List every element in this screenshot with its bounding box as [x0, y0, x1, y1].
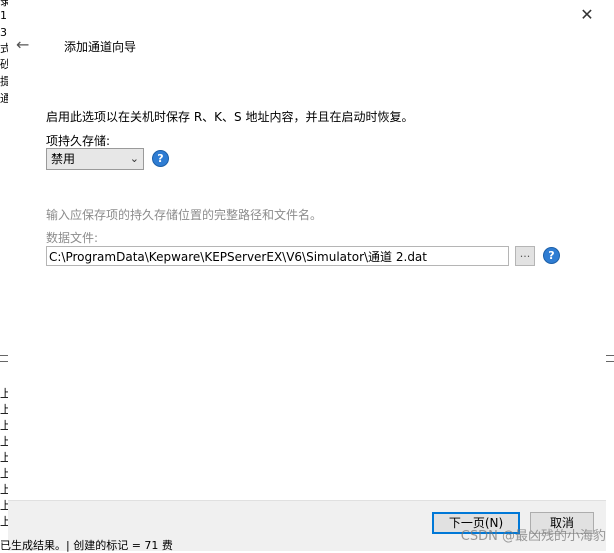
file-path-hint: 输入应保存项的持久存储位置的完整路径和文件名。: [46, 208, 323, 222]
close-icon[interactable]: ✕: [578, 6, 596, 24]
add-channel-wizard-dialog: ✕ ← 添加通道向导 启用此选项以在关机时保存 R、K、S 地址内容，并且在启动…: [8, 0, 606, 551]
browse-button[interactable]: ...: [515, 246, 535, 266]
splitter-handle-left: [0, 355, 8, 362]
back-arrow-icon[interactable]: ←: [16, 36, 36, 54]
background-char: 1: [0, 9, 7, 22]
data-file-label: 数据文件:: [46, 231, 99, 245]
chevron-down-icon: ⌄: [129, 152, 139, 165]
data-file-input[interactable]: [46, 246, 509, 266]
persist-storage-value: 禁用: [51, 152, 76, 166]
watermark: CSDN @最凶残的小海豹: [460, 529, 606, 544]
help-icon[interactable]: ?: [152, 150, 169, 167]
background-status-text: 已生成结果。| 创建的标记 = 71 费: [0, 539, 173, 552]
splitter-handle-right: [606, 355, 614, 362]
description-text: 启用此选项以在关机时保存 R、K、S 地址内容，并且在启动时恢复。: [46, 110, 414, 124]
persist-storage-select[interactable]: 禁用 ⌄: [46, 148, 144, 170]
help-icon[interactable]: ?: [543, 247, 560, 264]
background-char: 3: [0, 26, 7, 39]
dialog-title: 添加通道向导: [64, 40, 137, 54]
persist-storage-label: 项持久存储:: [46, 134, 111, 148]
